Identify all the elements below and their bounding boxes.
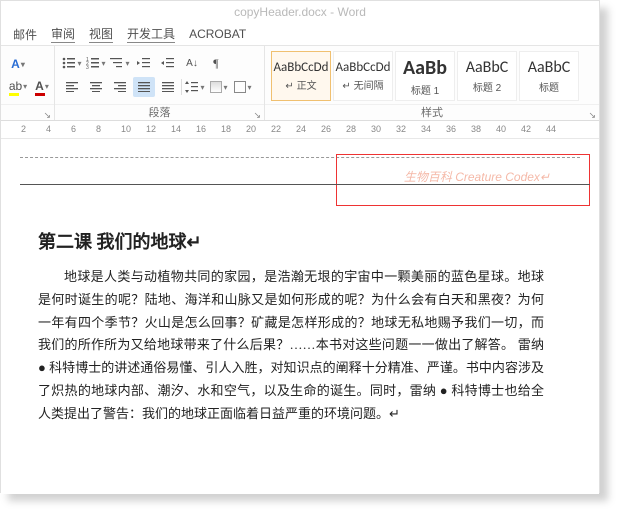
ruler-mark: 40 xyxy=(496,124,506,134)
ruler-mark: 20 xyxy=(246,124,256,134)
ruler-mark: 26 xyxy=(321,124,331,134)
decrease-indent-button[interactable] xyxy=(133,53,155,73)
body-paragraph[interactable]: 地球是人类与动植物共同的家园，是浩瀚无垠的宇宙中一颗美丽的蓝色星球。地球是何时诞… xyxy=(38,266,544,425)
tab-acrobat[interactable]: ACROBAT xyxy=(189,27,246,41)
increase-indent-button[interactable] xyxy=(157,53,179,73)
svg-text:3: 3 xyxy=(86,65,89,69)
ruler-mark: 16 xyxy=(196,124,206,134)
sort-button[interactable]: A↓ xyxy=(181,53,203,73)
style-heading2[interactable]: AaBbC 标题 2 xyxy=(457,51,517,101)
ruler-mark: 30 xyxy=(371,124,381,134)
style-heading1[interactable]: AaBb 标题 1 xyxy=(395,51,455,101)
align-center-button[interactable] xyxy=(85,77,107,97)
numbering-button[interactable]: 123▾ xyxy=(85,53,107,73)
align-distribute-button[interactable] xyxy=(157,77,179,97)
align-left-button[interactable] xyxy=(61,77,83,97)
document-area[interactable]: 生物百科 Creature Codex↵ 第二课 我们的地球↵ 地球是人类与动植… xyxy=(1,139,599,494)
window-title: copyHeader.docx - Word xyxy=(1,1,599,23)
ruler-mark: 10 xyxy=(121,124,131,134)
multilevel-list-button[interactable]: ▾ xyxy=(109,53,131,73)
font-group-label: ↘ xyxy=(1,104,54,120)
styles-group-label: 样式↘ xyxy=(265,104,599,120)
highlight-button[interactable]: ab▾ xyxy=(7,76,29,96)
font-color-button[interactable]: A▾ xyxy=(31,76,53,96)
show-marks-button[interactable]: ¶ xyxy=(205,53,227,73)
align-justify-button[interactable] xyxy=(133,77,155,97)
ruler-mark: 8 xyxy=(96,124,101,134)
page-header-text[interactable]: 生物百科 Creature Codex↵ xyxy=(404,168,550,185)
ruler-mark: 24 xyxy=(296,124,306,134)
bullets-button[interactable]: ▾ xyxy=(61,53,83,73)
line-spacing-button[interactable]: ▾ xyxy=(184,77,206,97)
ruler-mark: 42 xyxy=(521,124,531,134)
ribbon-tabs: 邮件 审阅 视图 开发工具 ACROBAT xyxy=(1,23,599,45)
ruler-mark: 34 xyxy=(421,124,431,134)
ruler-mark: 22 xyxy=(271,124,281,134)
horizontal-ruler[interactable]: 2468101214161820222426283032343638404244 xyxy=(1,121,599,139)
ruler-mark: 38 xyxy=(471,124,481,134)
lesson-title[interactable]: 第二课 我们的地球↵ xyxy=(38,228,544,254)
ruler-mark: 6 xyxy=(71,124,76,134)
ruler-mark: 2 xyxy=(21,124,26,134)
ruler-mark: 12 xyxy=(146,124,156,134)
borders-button[interactable]: ▾ xyxy=(232,77,254,97)
ruler-mark: 18 xyxy=(221,124,231,134)
shading-button[interactable]: ▾ xyxy=(208,77,230,97)
align-right-button[interactable] xyxy=(109,77,131,97)
ruler-mark: 4 xyxy=(46,124,51,134)
tab-developer[interactable]: 开发工具 xyxy=(127,25,175,43)
tab-review[interactable]: 审阅 xyxy=(51,25,75,43)
ruler-mark: 32 xyxy=(396,124,406,134)
tab-view[interactable]: 视图 xyxy=(89,25,113,43)
ruler-mark: 28 xyxy=(346,124,356,134)
style-normal[interactable]: AaBbCcDd ↵ 正文 xyxy=(271,51,331,101)
ruler-mark: 14 xyxy=(171,124,181,134)
paragraph-group-label: 段落↘ xyxy=(55,104,264,120)
style-nospacing[interactable]: AaBbCcDd ↵ 无间隔 xyxy=(333,51,393,101)
ruler-mark: 36 xyxy=(446,124,456,134)
ribbon: A▾ ab▾ A▾ ↘ ▾ 123▾ ▾ xyxy=(1,45,599,121)
ruler-mark: 44 xyxy=(546,124,556,134)
style-title[interactable]: AaBbC 标题 xyxy=(519,51,579,101)
tab-mail[interactable]: 邮件 xyxy=(13,26,37,43)
text-effects-button[interactable]: A▾ xyxy=(7,54,29,74)
